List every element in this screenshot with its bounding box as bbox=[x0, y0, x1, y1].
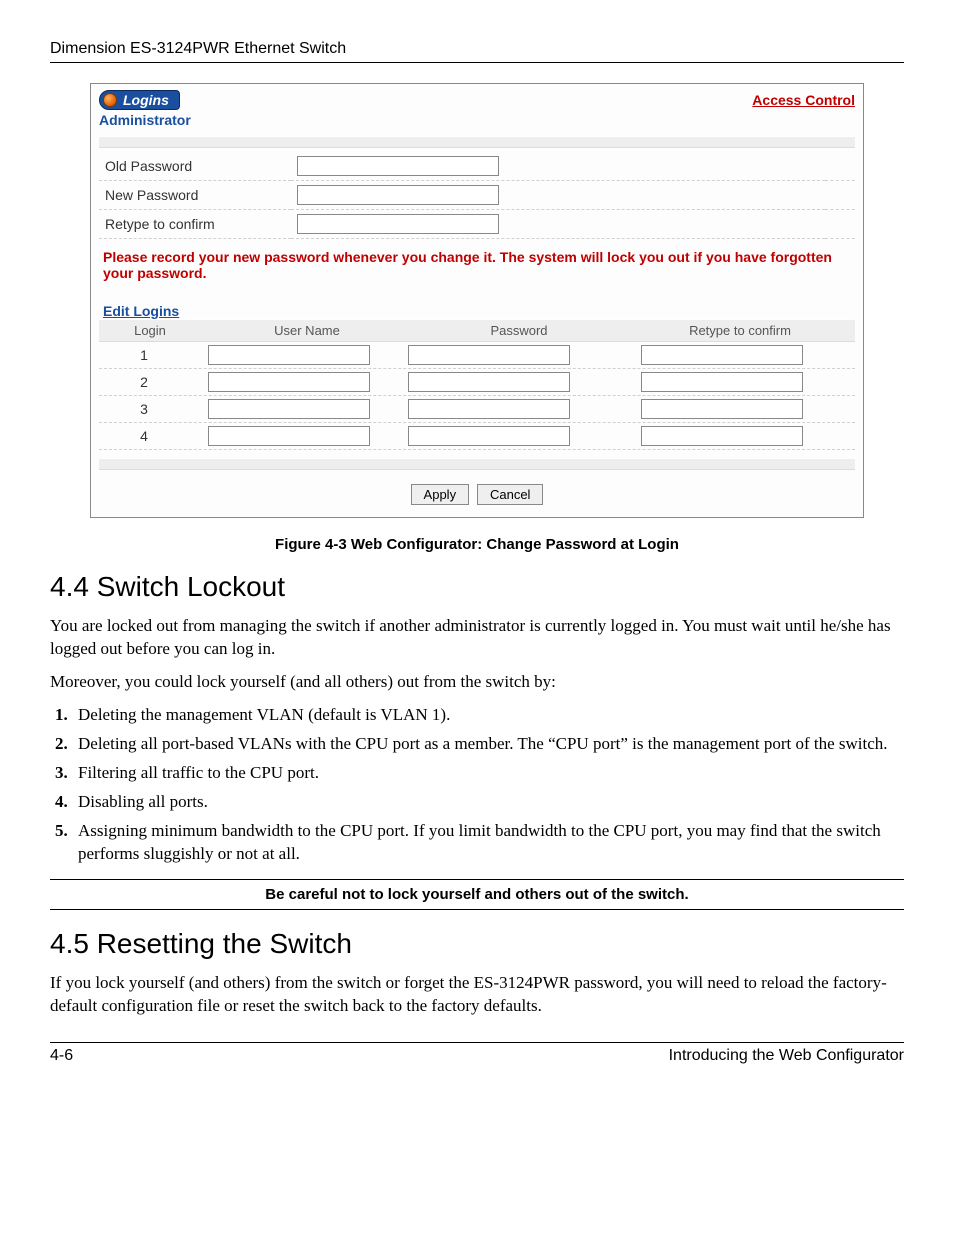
username-input[interactable] bbox=[208, 345, 370, 365]
new-password-label: New Password bbox=[99, 181, 291, 210]
username-input[interactable] bbox=[208, 372, 370, 392]
figure-caption: Figure 4-3 Web Configurator: Change Pass… bbox=[50, 536, 904, 553]
access-control-link[interactable]: Access Control bbox=[752, 92, 855, 108]
table-row: 3 bbox=[99, 396, 855, 423]
app-screenshot: Logins Administrator Access Control Old … bbox=[90, 83, 864, 518]
footer-title: Introducing the Web Configurator bbox=[669, 1047, 904, 1065]
list-item: Filtering all traffic to the CPU port. bbox=[72, 762, 904, 785]
retype-password-label: Retype to confirm bbox=[99, 210, 291, 239]
col-user: User Name bbox=[201, 320, 413, 341]
section-divider bbox=[99, 136, 855, 148]
username-input[interactable] bbox=[208, 399, 370, 419]
list-item: Deleting the management VLAN (default is… bbox=[72, 704, 904, 727]
document-header: Dimension ES-3124PWR Ethernet Switch bbox=[50, 40, 904, 63]
logins-table-body: 1 2 3 4 bbox=[99, 342, 855, 450]
section-4-4-p1: You are locked out from managing the swi… bbox=[50, 615, 904, 661]
lockout-list: Deleting the management VLAN (default is… bbox=[50, 704, 904, 866]
row-index: 4 bbox=[99, 428, 189, 444]
retype-input[interactable] bbox=[641, 426, 803, 446]
retype-input[interactable] bbox=[641, 399, 803, 419]
edit-logins-heading: Edit Logins bbox=[99, 303, 855, 319]
table-row: 2 bbox=[99, 369, 855, 396]
password-input[interactable] bbox=[408, 372, 570, 392]
section-4-5-p1: If you lock yourself (and others) from t… bbox=[50, 972, 904, 1018]
list-item: Assigning minimum bandwidth to the CPU p… bbox=[72, 820, 904, 866]
old-password-label: Old Password bbox=[99, 152, 291, 181]
username-input[interactable] bbox=[208, 426, 370, 446]
badge-dot-icon bbox=[103, 93, 117, 107]
retype-password-input[interactable] bbox=[297, 214, 499, 234]
lockout-callout: Be careful not to lock yourself and othe… bbox=[50, 879, 904, 910]
section-divider bbox=[99, 458, 855, 470]
col-retype: Retype to confirm bbox=[625, 320, 855, 341]
row-index: 1 bbox=[99, 347, 189, 363]
table-row: 1 bbox=[99, 342, 855, 369]
retype-input[interactable] bbox=[641, 345, 803, 365]
password-input[interactable] bbox=[408, 345, 570, 365]
list-item: Deleting all port-based VLANs with the C… bbox=[72, 733, 904, 756]
document-footer: 4-6 Introducing the Web Configurator bbox=[50, 1042, 904, 1065]
new-password-input[interactable] bbox=[297, 185, 499, 205]
password-input[interactable] bbox=[408, 426, 570, 446]
logins-badge: Logins bbox=[99, 90, 180, 110]
old-password-input[interactable] bbox=[297, 156, 499, 176]
retype-input[interactable] bbox=[641, 372, 803, 392]
page-number: 4-6 bbox=[50, 1047, 73, 1065]
cancel-button[interactable]: Cancel bbox=[477, 484, 543, 505]
password-warning: Please record your new password whenever… bbox=[99, 239, 855, 283]
row-index: 3 bbox=[99, 401, 189, 417]
section-4-4-p2: Moreover, you could lock yourself (and a… bbox=[50, 671, 904, 694]
section-4-5-heading: 4.5 Resetting the Switch bbox=[50, 928, 904, 960]
table-row: 4 bbox=[99, 423, 855, 450]
password-input[interactable] bbox=[408, 399, 570, 419]
col-login: Login bbox=[99, 320, 201, 341]
apply-button[interactable]: Apply bbox=[411, 484, 470, 505]
logins-table-header: Login User Name Password Retype to confi… bbox=[99, 319, 855, 342]
section-4-4-heading: 4.4 Switch Lockout bbox=[50, 571, 904, 603]
badge-text: Logins bbox=[123, 92, 169, 108]
list-item: Disabling all ports. bbox=[72, 791, 904, 814]
password-form: Old Password New Password Retype to conf… bbox=[99, 152, 855, 239]
col-pass: Password bbox=[413, 320, 625, 341]
row-index: 2 bbox=[99, 374, 189, 390]
administrator-label: Administrator bbox=[99, 112, 191, 128]
